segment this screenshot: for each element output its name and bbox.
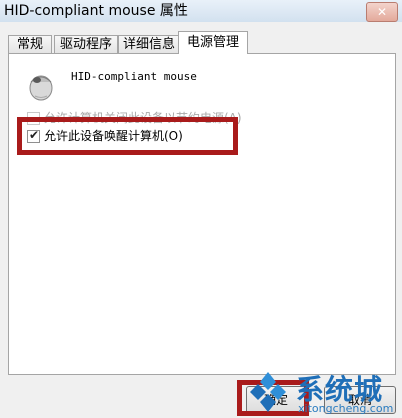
site-watermark: 系统城 xitongcheng.com <box>240 368 402 418</box>
diamond-logo-icon <box>250 372 286 412</box>
tab-power-management[interactable]: 电源管理 <box>178 31 248 54</box>
dialog-body: 常规 驱动程序 详细信息 电源管理 HID-compliant mouse 允许… <box>0 22 402 418</box>
annotation-highlight-wake <box>17 117 238 155</box>
power-management-panel: HID-compliant mouse 允许计算机关闭此设备以节约电源(A) ✔… <box>8 53 396 375</box>
title-bar[interactable]: HID-compliant mouse 属性 ✕ <box>0 0 402 23</box>
tab-details[interactable]: 详细信息 <box>118 35 180 53</box>
watermark-url: xitongcheng.com <box>298 402 394 415</box>
device-name: HID-compliant mouse <box>71 70 197 83</box>
tab-general[interactable]: 常规 <box>8 35 52 53</box>
properties-dialog: HID-compliant mouse 属性 ✕ 常规 驱动程序 详细信息 电源… <box>0 0 402 418</box>
window-title: HID-compliant mouse 属性 <box>4 3 188 19</box>
tab-driver[interactable]: 驱动程序 <box>54 35 118 53</box>
mouse-icon <box>29 75 53 101</box>
close-button[interactable]: ✕ <box>366 2 398 22</box>
